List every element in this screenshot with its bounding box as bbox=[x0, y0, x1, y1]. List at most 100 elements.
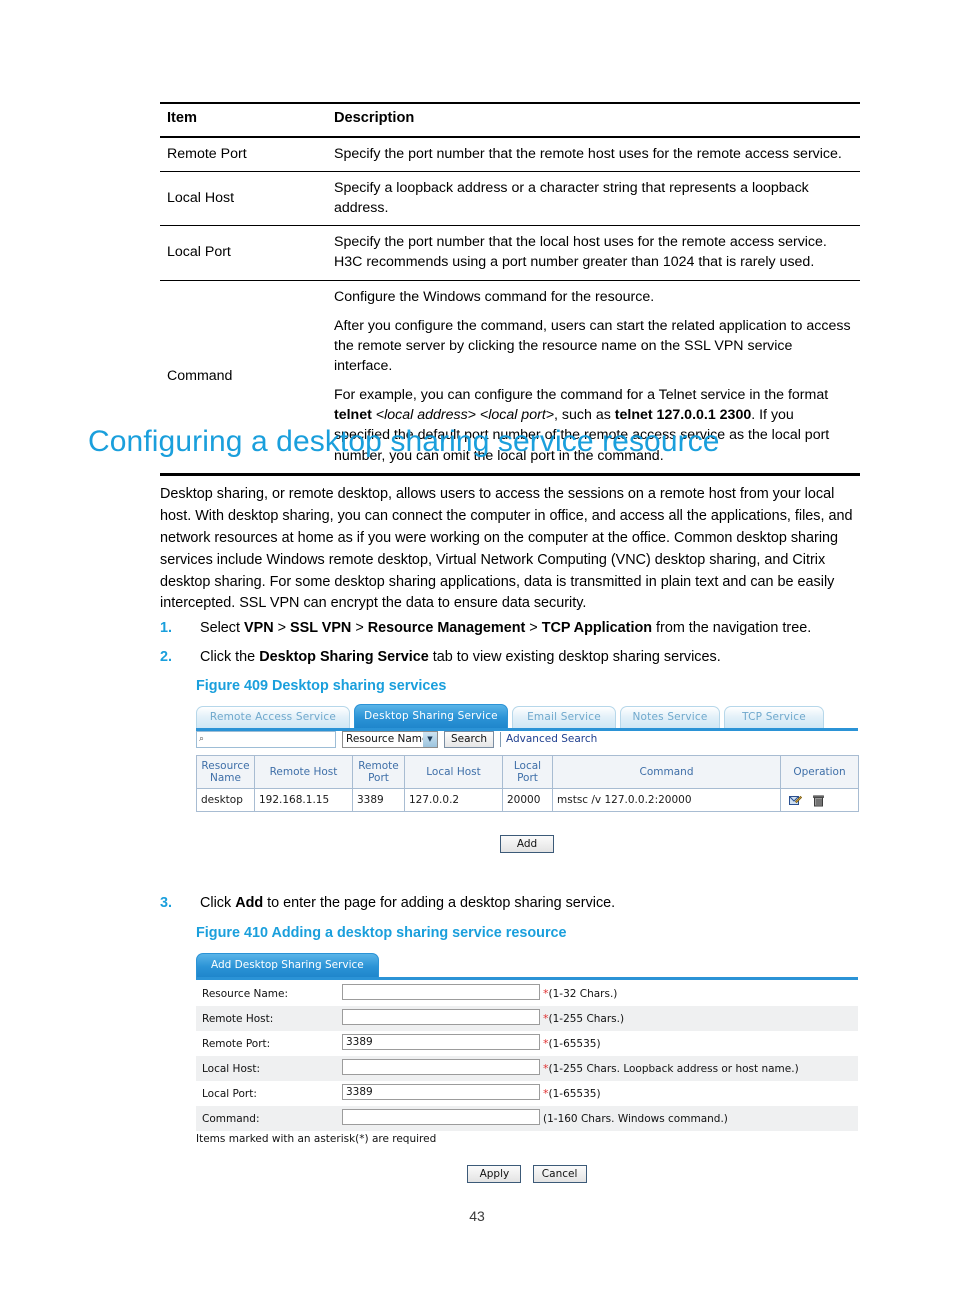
field-cell bbox=[342, 981, 542, 1006]
tab-tcp-service[interactable]: TCP Service bbox=[724, 706, 824, 728]
form-button-row: Apply Cancel bbox=[196, 1165, 858, 1183]
field-cell bbox=[342, 1056, 542, 1081]
step-text: Select VPN > SSL VPN > Resource Manageme… bbox=[200, 618, 880, 640]
nav-ssl-vpn: SSL VPN bbox=[290, 620, 352, 636]
search-button[interactable]: Search bbox=[444, 731, 494, 748]
hint-remote-host: (1-255 Chars.) bbox=[548, 1013, 625, 1025]
tab-add-desktop-sharing-service[interactable]: Add Desktop Sharing Service bbox=[196, 953, 379, 977]
desc-text-a: For example, you can configure the comma… bbox=[334, 387, 829, 404]
field-cell: 3389 bbox=[342, 1031, 542, 1056]
cell-description: Specify the port number that the local h… bbox=[327, 225, 860, 281]
tab-notes-service[interactable]: Notes Service bbox=[620, 706, 720, 728]
label-resource-name: Resource Name: bbox=[196, 981, 342, 1006]
description-paragraph: Specify a loopback address or a characte… bbox=[334, 179, 809, 217]
command-input[interactable] bbox=[342, 1109, 540, 1125]
figure-410-screenshot: Add Desktop Sharing Service Resource Nam… bbox=[196, 953, 858, 1183]
hint-cell: *(1-32 Chars.) bbox=[542, 981, 858, 1006]
page-title: Configuring a desktop sharing service re… bbox=[88, 425, 720, 458]
tab-underline bbox=[196, 977, 858, 980]
remote-host-input[interactable] bbox=[342, 1009, 540, 1025]
divider bbox=[500, 732, 501, 747]
column-header-remote-host[interactable]: Remote Host bbox=[254, 755, 353, 789]
cell-description: Specify a loopback address or a characte… bbox=[327, 171, 860, 227]
cell-description: Specify the port number that the remote … bbox=[327, 136, 860, 172]
label-local-host: Local Host: bbox=[196, 1056, 342, 1081]
add-button[interactable]: Add bbox=[500, 835, 554, 853]
required-fields-note: Items marked with an asterisk(*) are req… bbox=[196, 1133, 437, 1145]
table-head: Item Description bbox=[160, 102, 860, 138]
apply-button[interactable]: Apply bbox=[467, 1165, 522, 1183]
hint-cell: *(1-255 Chars. Loopback address or host … bbox=[542, 1056, 858, 1081]
cell-remote-port: 3389 bbox=[352, 788, 405, 812]
chevron-down-icon[interactable]: ▼ bbox=[423, 732, 437, 747]
search-bar: ⌕ Resource Name ▼ Search Advanced Search bbox=[196, 731, 858, 753]
local-port-input[interactable]: 3389 bbox=[342, 1084, 540, 1100]
hint-remote-port: (1-65535) bbox=[548, 1038, 601, 1050]
description-paragraph: After you configure the command, users c… bbox=[334, 317, 851, 374]
page-number: 43 bbox=[469, 1208, 485, 1224]
cell-local-port: 20000 bbox=[502, 788, 553, 812]
form-row-resource-name: Resource Name: *(1-32 Chars.) bbox=[196, 981, 858, 1006]
description-paragraph: Specify the port number that the local h… bbox=[334, 234, 827, 271]
step-3: 3. Click Add to enter the page for addin… bbox=[160, 893, 880, 915]
table-row: Remote Port Specify the port number that… bbox=[160, 136, 860, 172]
cell-remote-host: 192.168.1.15 bbox=[254, 788, 353, 812]
column-header-remote-port[interactable]: Remote Port bbox=[352, 755, 405, 789]
field-cell bbox=[342, 1106, 542, 1131]
search-input[interactable]: ⌕ bbox=[196, 731, 336, 748]
nav-sep-2: > bbox=[351, 620, 368, 636]
table-row: Local Port Specify the port number that … bbox=[160, 225, 860, 281]
field-cell bbox=[342, 1006, 542, 1031]
label-remote-host: Remote Host: bbox=[196, 1006, 342, 1031]
form-row-remote-host: Remote Host: *(1-255 Chars.) bbox=[196, 1006, 858, 1031]
cell-command: mstsc /v 127.0.0.2:20000 bbox=[552, 788, 781, 812]
cancel-button[interactable]: Cancel bbox=[532, 1165, 587, 1183]
step-text: Click Add to enter the page for adding a… bbox=[200, 893, 880, 915]
nav-sep-1: > bbox=[273, 620, 290, 636]
field-cell: 3389 bbox=[342, 1081, 542, 1106]
tab-email-service[interactable]: Email Service bbox=[512, 706, 616, 728]
add-desktop-sharing-form: Resource Name: *(1-32 Chars.) Remote Hos… bbox=[196, 981, 858, 1131]
hint-cell: *(1-65535) bbox=[542, 1031, 858, 1056]
step-text: Click the Desktop Sharing Service tab to… bbox=[200, 647, 880, 669]
column-header-command[interactable]: Command bbox=[552, 755, 781, 789]
hint-local-host: (1-255 Chars. Loopback address or host n… bbox=[548, 1063, 799, 1075]
remote-port-input[interactable]: 3389 bbox=[342, 1034, 540, 1050]
step-text-prefix: Click the bbox=[200, 649, 260, 665]
search-field-select-value: Resource Name bbox=[346, 733, 429, 745]
form-row-local-port: Local Port: 3389 *(1-65535) bbox=[196, 1081, 858, 1106]
nav-sep-3: > bbox=[525, 620, 542, 636]
local-host-input[interactable] bbox=[342, 1059, 540, 1075]
search-field-select[interactable]: Resource Name ▼ bbox=[342, 731, 438, 748]
tab-bar: Remote Access Service Desktop Sharing Se… bbox=[196, 704, 858, 731]
hint-command: (1-160 Chars. Windows command.) bbox=[543, 1112, 728, 1125]
tab-remote-access-service[interactable]: Remote Access Service bbox=[196, 706, 350, 728]
delete-icon[interactable] bbox=[812, 794, 825, 807]
table-header-row: Resource Name Remote Host Remote Port Lo… bbox=[196, 755, 859, 789]
hint-cell: *(1-255 Chars.) bbox=[542, 1006, 858, 1031]
table-header-row: Item Description bbox=[160, 102, 860, 138]
step-1: 1. Select VPN > SSL VPN > Resource Manag… bbox=[160, 618, 880, 640]
tab-desktop-sharing-service[interactable]: Desktop Sharing Service bbox=[354, 704, 508, 728]
table-row: desktop 192.168.1.15 3389 127.0.0.2 2000… bbox=[196, 788, 859, 812]
cell-item: Local Host bbox=[160, 171, 327, 227]
document-page: Item Description Remote Port Specify the… bbox=[0, 0, 954, 1296]
desc-bold-telnet: telnet bbox=[334, 407, 372, 424]
step-text-suffix: to enter the page for adding a desktop s… bbox=[263, 895, 616, 911]
step-number: 1. bbox=[160, 620, 173, 636]
column-header-resource-name[interactable]: Resource Name bbox=[196, 755, 255, 789]
nav-tcp-application: TCP Application bbox=[541, 620, 653, 636]
advanced-search-link[interactable]: Advanced Search bbox=[506, 732, 597, 747]
figure-409-caption: Figure 409 Desktop sharing services bbox=[196, 678, 447, 694]
desc-bold-example: telnet 127.0.0.1 2300 bbox=[614, 407, 752, 424]
column-header-operation: Operation bbox=[780, 755, 859, 789]
hint-local-port: (1-65535) bbox=[548, 1088, 601, 1100]
column-header-local-host[interactable]: Local Host bbox=[404, 755, 503, 789]
step-number: 3. bbox=[160, 895, 173, 911]
table-head: Resource Name Remote Host Remote Port Lo… bbox=[196, 755, 859, 789]
resource-name-input[interactable] bbox=[342, 984, 540, 1000]
nav-resource-management: Resource Management bbox=[367, 620, 526, 636]
search-icon: ⌕ bbox=[199, 734, 205, 744]
column-header-local-port[interactable]: Local Port bbox=[502, 755, 553, 789]
edit-icon[interactable] bbox=[789, 794, 803, 807]
